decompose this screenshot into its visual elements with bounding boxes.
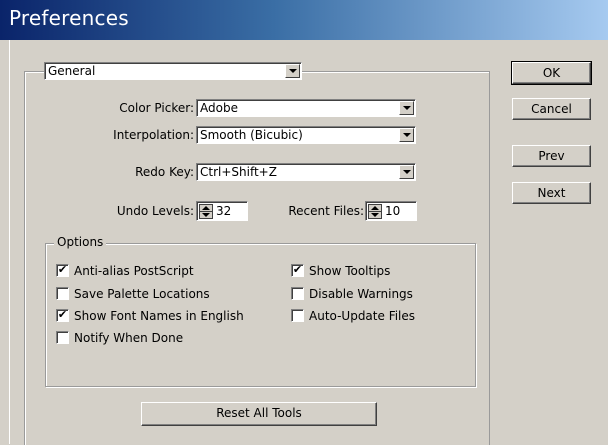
next-button[interactable]: Next — [512, 182, 591, 204]
checkbox-box[interactable] — [56, 287, 69, 300]
color-picker-select[interactable]: Adobe — [196, 99, 416, 117]
checkbox-label: Save Palette Locations — [74, 287, 210, 301]
checkbox-box[interactable] — [291, 309, 304, 322]
chevron-down-icon[interactable] — [399, 165, 414, 179]
panel-select[interactable]: General — [44, 62, 302, 80]
redo-key-label: Redo Key: — [135, 165, 194, 179]
undo-levels-stepper[interactable]: 32 — [196, 201, 248, 221]
reset-all-tools-button[interactable]: Reset All Tools — [141, 402, 377, 426]
check-icon: ✔ — [292, 263, 303, 276]
redo-key-select[interactable]: Ctrl+Shift+Z — [196, 163, 416, 181]
check-icon: ✔ — [57, 308, 68, 321]
checkbox-label: Auto-Update Files — [309, 309, 416, 323]
title-bar: Preferences — [0, 0, 608, 40]
ok-button[interactable]: OK — [511, 61, 592, 85]
check-icon: ✔ — [57, 263, 68, 276]
chevron-down-icon[interactable] — [285, 64, 300, 78]
chevron-down-icon[interactable] — [399, 128, 414, 142]
interpolation-value: Smooth (Bicubic) — [200, 128, 303, 142]
interpolation-label: Interpolation: — [113, 128, 194, 142]
recent-files-value: 10 — [385, 204, 401, 218]
checkbox-label: Show Tooltips — [309, 264, 391, 278]
window-title: Preferences — [9, 6, 129, 30]
interpolation-select[interactable]: Smooth (Bicubic) — [196, 126, 416, 144]
checkbox-box[interactable]: ✔ — [56, 264, 69, 277]
checkbox-label: Show Font Names in English — [74, 309, 244, 323]
undo-levels-value: 32 — [216, 204, 232, 218]
checkbox-box[interactable] — [56, 331, 69, 344]
checkbox-box[interactable]: ✔ — [56, 309, 69, 322]
checkbox-label: Disable Warnings — [309, 287, 413, 301]
color-picker-label: Color Picker: — [119, 101, 194, 115]
color-picker-value: Adobe — [200, 101, 238, 115]
redo-key-value: Ctrl+Shift+Z — [200, 165, 277, 179]
options-legend: Options — [54, 235, 107, 250]
recent-files-stepper[interactable]: 10 — [365, 201, 417, 221]
panel-select-value: General — [48, 64, 96, 78]
spinner-arrows-icon[interactable] — [368, 204, 382, 219]
spinner-arrows-icon[interactable] — [199, 204, 213, 219]
checkbox-box[interactable]: ✔ — [291, 264, 304, 277]
cancel-button[interactable]: Cancel — [512, 98, 591, 120]
checkbox-box[interactable] — [291, 287, 304, 300]
undo-levels-label: Undo Levels: — [116, 204, 194, 218]
checkbox-label: Anti-alias PostScript — [74, 264, 194, 278]
checkbox-label: Notify When Done — [74, 331, 184, 345]
recent-files-label: Recent Files: — [288, 204, 364, 218]
chevron-down-icon[interactable] — [399, 101, 414, 115]
prev-button[interactable]: Prev — [512, 145, 591, 167]
